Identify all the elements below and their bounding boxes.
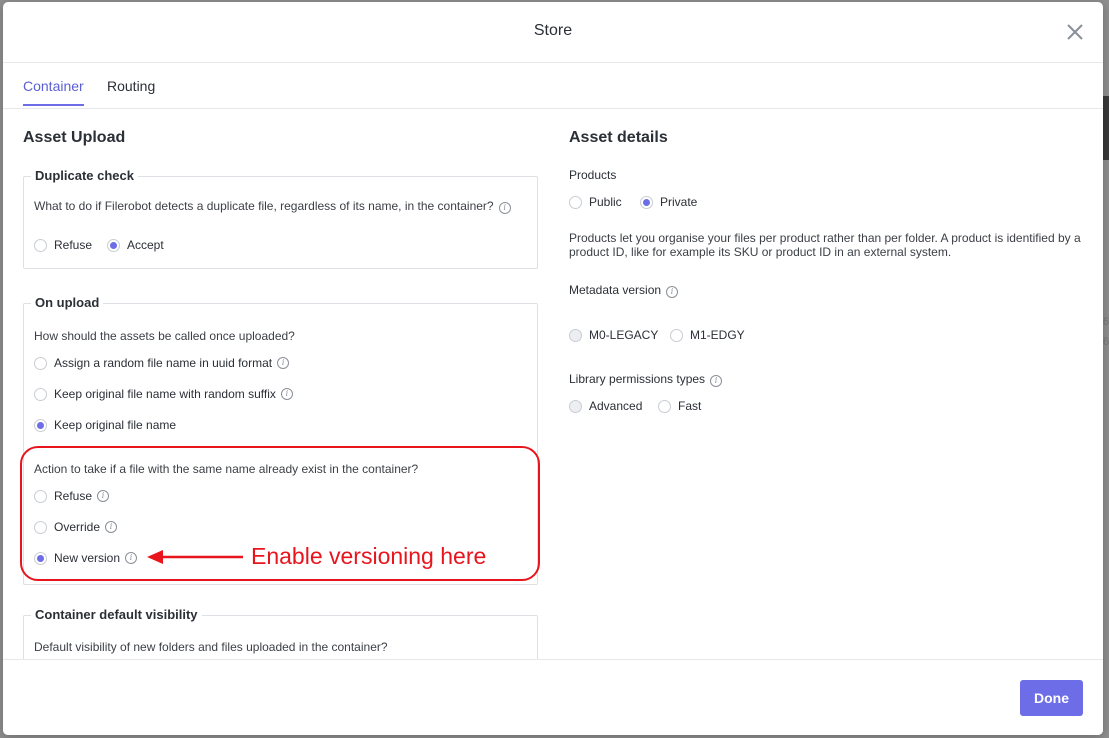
radio-circle[interactable] [34,418,47,432]
asset-upload-title: Asset Upload [23,129,126,146]
tab-bar: Container Routing [3,63,1103,109]
radio-circle[interactable] [34,387,47,401]
naming-uuid-radio[interactable]: Assign a random file name in uuid format… [34,356,290,370]
radio-label: Fast [678,399,702,413]
store-modal: Store Container Routing Asset Upload Dup… [3,2,1103,735]
info-icon[interactable]: i [280,388,293,400]
radio-label: M1-EDGY [690,328,745,342]
asset-details-title: Asset details [569,129,668,146]
radio-label: Accept [127,238,164,252]
default-visibility-legend: Container default visibility [31,607,202,622]
metadata-m0-legacy-radio[interactable]: M0-LEGACY [569,328,658,342]
on-upload-legend: On upload [31,295,104,310]
modal-footer: Done [3,659,1103,735]
radio-circle[interactable] [640,195,653,209]
radio-circle[interactable] [658,399,671,413]
tab-routing[interactable]: Routing [107,78,155,104]
info-icon[interactable]: i [666,286,679,298]
products-public-radio[interactable]: Public [569,195,622,209]
naming-question: How should the assets be called once upl… [34,329,295,343]
naming-suffix-radio[interactable]: Keep original file name with random suff… [34,387,293,401]
backdrop-scrollbar [1103,96,1109,160]
naming-original-radio[interactable]: Keep original file name [34,418,176,432]
backdrop-fragment: 6 [1102,316,1109,328]
close-icon[interactable] [1065,22,1085,42]
duplicate-check-question: What to do if Filerobot detects a duplic… [34,199,511,214]
radio-label: Assign a random file name in uuid format [54,356,273,370]
radio-circle[interactable] [569,195,582,209]
duplicate-refuse-radio[interactable]: Refuse [34,238,92,252]
backdrop-fragment: 6 [1102,336,1109,348]
products-private-radio[interactable]: Private [640,195,697,209]
annotation-arrow [147,550,243,564]
default-visibility-fieldset: Container default visibility Default vis… [23,607,538,659]
info-icon[interactable]: i [498,202,511,214]
radio-label: Keep original file name [54,418,177,432]
products-description: Products let you organise your files per… [569,231,1081,259]
duplicate-check-fieldset: Duplicate check What to do if Filerobot … [23,168,538,269]
modal-title: Store [533,22,573,39]
radio-label: Private [660,195,698,209]
radio-circle[interactable] [569,399,582,413]
duplicate-accept-radio[interactable]: Accept [107,238,164,252]
duplicate-check-legend: Duplicate check [31,168,138,183]
info-icon[interactable]: i [710,375,723,387]
radio-circle[interactable] [107,238,120,252]
radio-label: Keep original file name with random suff… [54,387,276,401]
radio-label: M0-LEGACY [589,328,659,342]
default-visibility-question: Default visibility of new folders and fi… [34,640,388,654]
products-label: Products [569,168,617,182]
radio-label: Advanced [589,399,643,413]
radio-circle[interactable] [34,356,47,370]
radio-circle[interactable] [670,328,683,342]
info-icon[interactable]: i [277,357,290,369]
radio-circle[interactable] [569,328,582,342]
radio-circle[interactable] [34,238,47,252]
radio-label: Refuse [54,238,93,252]
done-button[interactable]: Done [1020,680,1083,716]
modal-header: Store [3,2,1103,63]
tab-container[interactable]: Container [23,78,84,106]
modal-content: Asset Upload Duplicate check What to do … [3,109,1103,659]
annotation-text: Enable versioning here [251,543,487,569]
metadata-version-label: Metadata version i [569,283,679,298]
permissions-fast-radio[interactable]: Fast [658,399,701,413]
library-permissions-label: Library permissions types i [569,372,723,387]
metadata-m1-edgy-radio[interactable]: M1-EDGY [670,328,745,342]
permissions-advanced-radio[interactable]: Advanced [569,399,642,413]
radio-label: Public [589,195,622,209]
